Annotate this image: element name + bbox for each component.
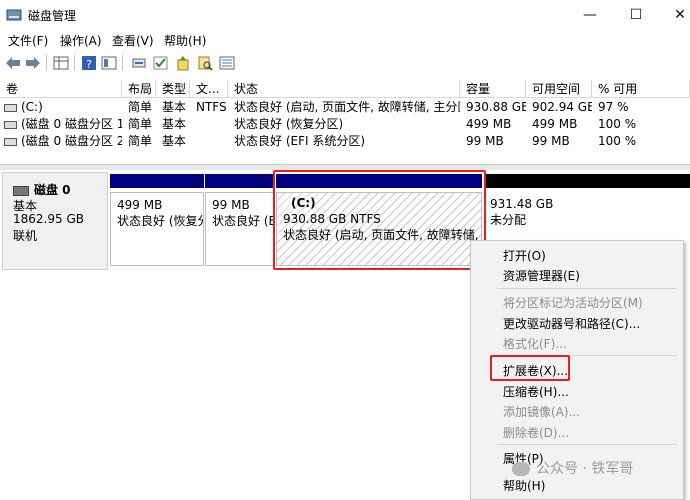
menu-item-shrink-volume[interactable]: 压缩卷(H)... [503,383,569,400]
toolbar-separator [46,55,47,71]
menu-item-change-drive-letter[interactable]: 更改驱动器号和路径(C)... [503,315,640,332]
check-icon[interactable] [152,54,170,72]
menu-view[interactable]: 查看(V) [112,32,154,49]
volume-status: 状态良好 (恢复分区) [234,117,344,131]
column-header-layout[interactable]: 布局 [122,80,156,98]
partition-bar [205,174,275,188]
volume-list: 卷 布局 类型 文... 状态 容量 可用空间 % 可用 (C:) 简单 基本 … [0,80,690,164]
close-button[interactable]: ✕ [660,4,690,26]
disk-icon [13,185,29,196]
forward-arrow-icon[interactable] [24,54,42,72]
table-row[interactable]: (磁盘 0 磁盘分区 1) 简单 基本 状态良好 (恢复分区) 499 MB 4… [0,116,690,133]
column-header-filesystem[interactable]: 文... [190,80,228,98]
column-header-free-space[interactable]: 可用空间 [526,80,592,98]
highlight-box-extend-volume [490,355,570,381]
search-disk-icon[interactable] [196,54,214,72]
column-header-status[interactable]: 状态 [228,80,460,98]
menu-bar: 文件(F) 操作(A) 查看(V) 帮助(H) [0,30,690,50]
volume-filesystem [190,133,228,150]
menu-help[interactable]: 帮助(H) [164,32,206,49]
menu-item-format: 格式化(F)... [503,337,567,351]
highlight-box-c-drive [273,170,486,270]
maximize-button[interactable]: ☐ [616,4,656,26]
menu-file[interactable]: 文件(F) [8,32,48,49]
panel-icon[interactable] [100,54,118,72]
menu-item-mark-active: 将分区标记为活动分区(M) [503,296,643,310]
menu-item-add-mirror: 添加镜像(A)... [503,405,581,419]
volume-icon [4,120,17,129]
partition-bar [484,174,690,188]
help-icon[interactable]: ? [80,54,98,72]
column-header-volume[interactable]: 卷 [0,80,122,98]
toolbar: ? [0,50,690,76]
disk-state: 联机 [13,229,38,243]
volume-icon [4,137,17,146]
view-list-icon[interactable] [218,54,236,72]
column-header-capacity[interactable]: 容量 [460,80,526,98]
minimize-button[interactable]: — [570,4,610,26]
disk-management-app-icon [6,9,22,21]
new-volume-icon[interactable] [174,54,192,72]
menu-separator [497,288,677,289]
partition-status: 未分配 [490,213,527,227]
volume-type: 基本 [162,117,187,131]
back-arrow-icon[interactable] [4,54,22,72]
volume-layout: 简单 [128,117,153,131]
menu-item-explorer[interactable]: 资源管理器(E) [503,267,580,284]
disk-info-panel[interactable]: 磁盘 0 基本 1862.95 GB 联机 [2,172,108,270]
volume-capacity: 499 MB [466,117,512,131]
menu-item-open[interactable]: 打开(O) [503,247,546,264]
wechat-icon [512,462,530,476]
menu-item-help[interactable]: 帮助(H) [503,477,545,494]
menu-separator [497,444,677,445]
partition-status: 状态良好 (恢复分 [117,214,204,228]
volume-free-space: 99 MB [532,134,570,148]
partition-bar [110,174,204,188]
window-title: 磁盘管理 [28,9,77,23]
menu-item-delete-volume: 删除卷(D)... [503,426,570,440]
volume-layout: 简单 [128,134,153,148]
svg-text:?: ? [86,58,92,71]
volume-percent-free: 97 % [598,100,629,114]
title-bar: 磁盘管理 — ☐ ✕ [0,0,690,30]
volume-status: 状态良好 (启动, 页面文件, 故障转储, 主分区) [234,100,460,114]
connect-icon[interactable] [130,54,148,72]
toolbar-separator [122,55,123,71]
volume-name: (C:) [21,100,43,114]
column-header-type[interactable]: 类型 [156,80,190,98]
disk-name: 磁盘 0 [34,183,71,197]
volume-free-space: 902.94 GB [532,100,592,114]
partition-size: 499 MB [117,198,163,212]
properties-grid-icon[interactable] [52,54,70,72]
volume-capacity: 930.88 GB [466,100,526,114]
volume-type: 基本 [162,134,187,148]
partition-efi[interactable]: 99 MB 状态良好 (E [205,174,275,266]
column-header-percent-free[interactable]: % 可用 [592,80,690,98]
table-row[interactable]: (磁盘 0 磁盘分区 2) 简单 基本 状态良好 (EFI 系统分区) 99 M… [0,133,690,150]
volume-free-space: 499 MB [532,117,578,131]
volume-percent-free: 100 % [598,134,637,148]
partition-size: 99 MB [212,198,250,212]
volume-percent-free: 100 % [598,117,637,131]
volume-status: 状态良好 (EFI 系统分区) [234,134,366,148]
toolbar-separator [74,55,75,71]
volume-name: (磁盘 0 磁盘分区 2) [21,134,122,148]
table-row[interactable]: (C:) 简单 基本 NTFS 状态良好 (启动, 页面文件, 故障转储, 主分… [0,99,690,116]
volume-capacity: 99 MB [466,134,504,148]
volume-layout: 简单 [128,100,153,114]
watermark-text: 公众号 · 铁军哥 [536,461,634,477]
volume-icon [4,103,17,112]
volume-type: 基本 [162,100,187,114]
menu-action[interactable]: 操作(A) [60,32,102,49]
disk-size: 1862.95 GB [13,212,84,226]
volume-filesystem [190,116,228,133]
volume-name: (磁盘 0 磁盘分区 1) [21,117,122,131]
partition-status: 状态良好 (E [212,214,275,228]
volume-filesystem: NTFS [196,100,227,114]
partition-size: 931.48 GB [490,197,554,211]
partition-recovery[interactable]: 499 MB 状态良好 (恢复分 [110,174,204,266]
